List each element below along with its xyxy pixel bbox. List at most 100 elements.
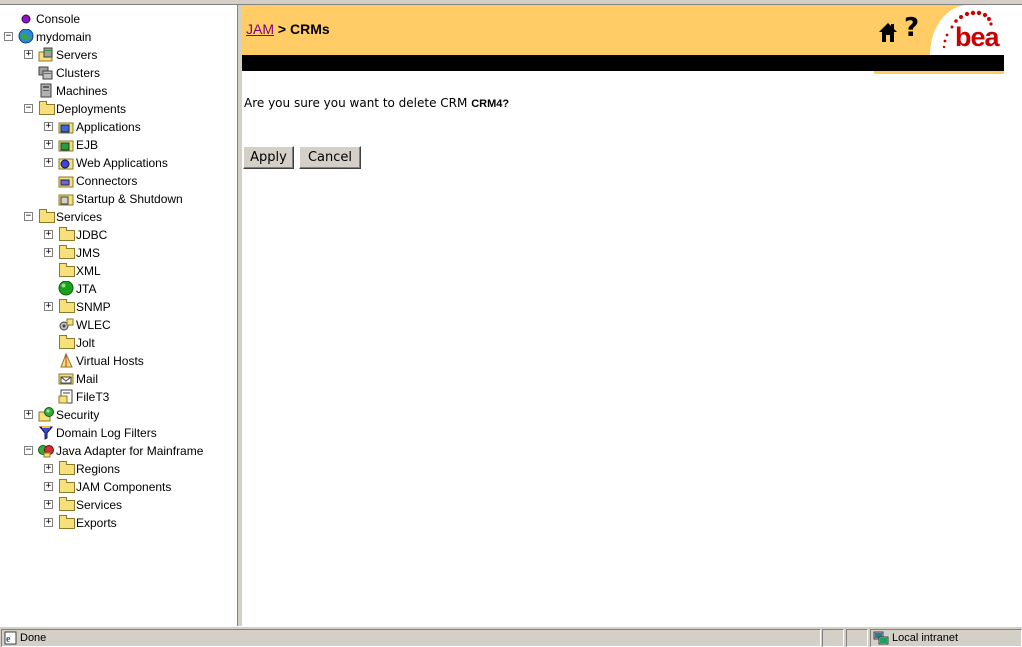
tree-item-label[interactable]: Machines — [56, 82, 107, 100]
expand-icon[interactable]: + — [24, 410, 33, 419]
expand-icon[interactable]: + — [44, 140, 53, 149]
folder-icon — [58, 226, 75, 244]
tree-item-jta[interactable]: JTA — [0, 280, 237, 298]
tree-item-exports[interactable]: + Exports — [0, 514, 237, 532]
breadcrumb-separator: > — [274, 21, 290, 37]
applications-icon — [58, 118, 74, 136]
tree-item-wlec[interactable]: WLEC — [0, 316, 237, 334]
tree-item-regions[interactable]: + Regions — [0, 460, 237, 478]
machines-icon — [38, 82, 54, 100]
tree-item-label[interactable]: Regions — [76, 460, 120, 478]
folder-icon — [58, 478, 75, 496]
tree-item-label[interactable]: Security — [56, 406, 99, 424]
expand-icon[interactable]: + — [44, 122, 53, 131]
tree-item-label[interactable]: Mail — [76, 370, 98, 388]
tree-item-label[interactable]: JMS — [76, 244, 100, 262]
apply-button[interactable]: Apply — [243, 146, 294, 169]
collapse-icon[interactable]: − — [24, 212, 33, 221]
collapse-icon[interactable]: − — [24, 104, 33, 113]
tree-item-label[interactable]: EJB — [76, 136, 98, 154]
breadcrumb-link-jam[interactable]: JAM — [246, 21, 274, 37]
tree-item-domain-log-filters[interactable]: Domain Log Filters — [0, 424, 237, 442]
tree-item-machines[interactable]: Machines — [0, 82, 237, 100]
tree-item-label[interactable]: Startup & Shutdown — [76, 190, 183, 208]
expand-icon[interactable]: + — [44, 500, 53, 509]
expand-icon[interactable]: + — [44, 158, 53, 167]
header-accent-strip — [874, 71, 1004, 74]
tree-item-servers[interactable]: + Servers — [0, 46, 237, 64]
folder-icon — [58, 460, 75, 478]
tree-item-applications[interactable]: + Applications — [0, 118, 237, 136]
folder-icon — [38, 208, 55, 226]
tree-item-jms[interactable]: + JMS — [0, 244, 237, 262]
expand-icon[interactable]: + — [44, 302, 53, 311]
tree-item-mydomain[interactable]: − mydomain — [0, 28, 237, 46]
tree-item-label[interactable]: Web Applications — [76, 154, 168, 172]
ejb-icon — [58, 136, 74, 154]
filet3-icon — [58, 388, 74, 406]
tree-item-label[interactable]: JAM Components — [76, 478, 171, 496]
tree-item-filet3[interactable]: FileT3 — [0, 388, 237, 406]
tree-item-snmp[interactable]: + SNMP — [0, 298, 237, 316]
tree-item-label[interactable]: Jolt — [76, 334, 95, 352]
tree-item-label[interactable]: Clusters — [56, 64, 100, 82]
tree-item-label[interactable]: Applications — [76, 118, 141, 136]
expand-icon[interactable]: + — [24, 50, 33, 59]
bea-logo: bea — [930, 5, 1004, 55]
wlec-icon — [58, 316, 74, 334]
cancel-button[interactable]: Cancel — [299, 146, 361, 169]
tree-item-mail[interactable]: Mail — [0, 370, 237, 388]
folder-icon — [58, 496, 75, 514]
security-zone-panel: Local intranet — [870, 629, 1022, 647]
tree-item-label[interactable]: FileT3 — [76, 388, 109, 406]
tree-item-clusters[interactable]: Clusters — [0, 64, 237, 82]
tree-item-label[interactable]: XML — [76, 262, 101, 280]
tree-item-label[interactable]: Domain Log Filters — [56, 424, 157, 442]
tree-item-label[interactable]: WLEC — [76, 316, 111, 334]
tree-item-jolt[interactable]: Jolt — [0, 334, 237, 352]
delete-confirmation-message: Are you sure you want to delete CRM CRM4… — [244, 96, 509, 110]
tree-item-label[interactable]: Services — [56, 208, 102, 226]
tree-item-label[interactable]: JDBC — [76, 226, 107, 244]
tree-item-services[interactable]: − Services — [0, 208, 237, 226]
tree-item-jam-components[interactable]: + JAM Components — [0, 478, 237, 496]
expand-icon[interactable]: + — [44, 482, 53, 491]
tree-item-web-applications[interactable]: + Web Applications — [0, 154, 237, 172]
status-text: Done — [20, 632, 47, 644]
tree-item-services[interactable]: + Services — [0, 496, 237, 514]
tree-item-startup-shutdown[interactable]: Startup & Shutdown — [0, 190, 237, 208]
tree-item-label[interactable]: Deployments — [56, 100, 126, 118]
expand-icon[interactable]: + — [44, 464, 53, 473]
tree-item-java-adapter-for-mainframe[interactable]: − Java Adapter for Mainframe — [0, 442, 237, 460]
tree-item-connectors[interactable]: Connectors — [0, 172, 237, 190]
tree-item-xml[interactable]: XML — [0, 262, 237, 280]
connectors-icon — [58, 172, 74, 190]
expand-icon[interactable]: + — [44, 230, 53, 239]
tree-item-label[interactable]: Exports — [76, 514, 117, 532]
tree-item-label[interactable]: Virtual Hosts — [76, 352, 144, 370]
tree-item-label[interactable]: Java Adapter for Mainframe — [56, 442, 203, 460]
tree-item-deployments[interactable]: − Deployments — [0, 100, 237, 118]
svg-text:e: e — [6, 634, 11, 645]
tree-item-console[interactable]: Console — [0, 10, 237, 28]
tree-item-label[interactable]: Console — [36, 10, 80, 28]
tree-item-label[interactable]: Services — [76, 496, 122, 514]
web-applications-icon — [58, 154, 74, 172]
tree-item-jdbc[interactable]: + JDBC — [0, 226, 237, 244]
collapse-icon[interactable]: − — [24, 446, 33, 455]
tree-item-label[interactable]: SNMP — [76, 298, 111, 316]
globe-icon — [18, 28, 34, 46]
navigation-tree: Console − mydomain + Servers Clusters Machines… — [0, 5, 237, 625]
tree-item-ejb[interactable]: + EJB — [0, 136, 237, 154]
tree-item-label[interactable]: JTA — [76, 280, 96, 298]
tree-item-security[interactable]: + Security — [0, 406, 237, 424]
tree-item-label[interactable]: mydomain — [36, 28, 91, 46]
home-icon[interactable] — [878, 21, 898, 43]
expand-icon[interactable]: + — [44, 518, 53, 527]
tree-item-label[interactable]: Connectors — [76, 172, 137, 190]
expand-icon[interactable]: + — [44, 248, 53, 257]
tree-item-label[interactable]: Servers — [56, 46, 97, 64]
help-icon[interactable]: ? — [904, 13, 919, 43]
tree-item-virtual-hosts[interactable]: Virtual Hosts — [0, 352, 237, 370]
collapse-icon[interactable]: − — [4, 32, 13, 41]
